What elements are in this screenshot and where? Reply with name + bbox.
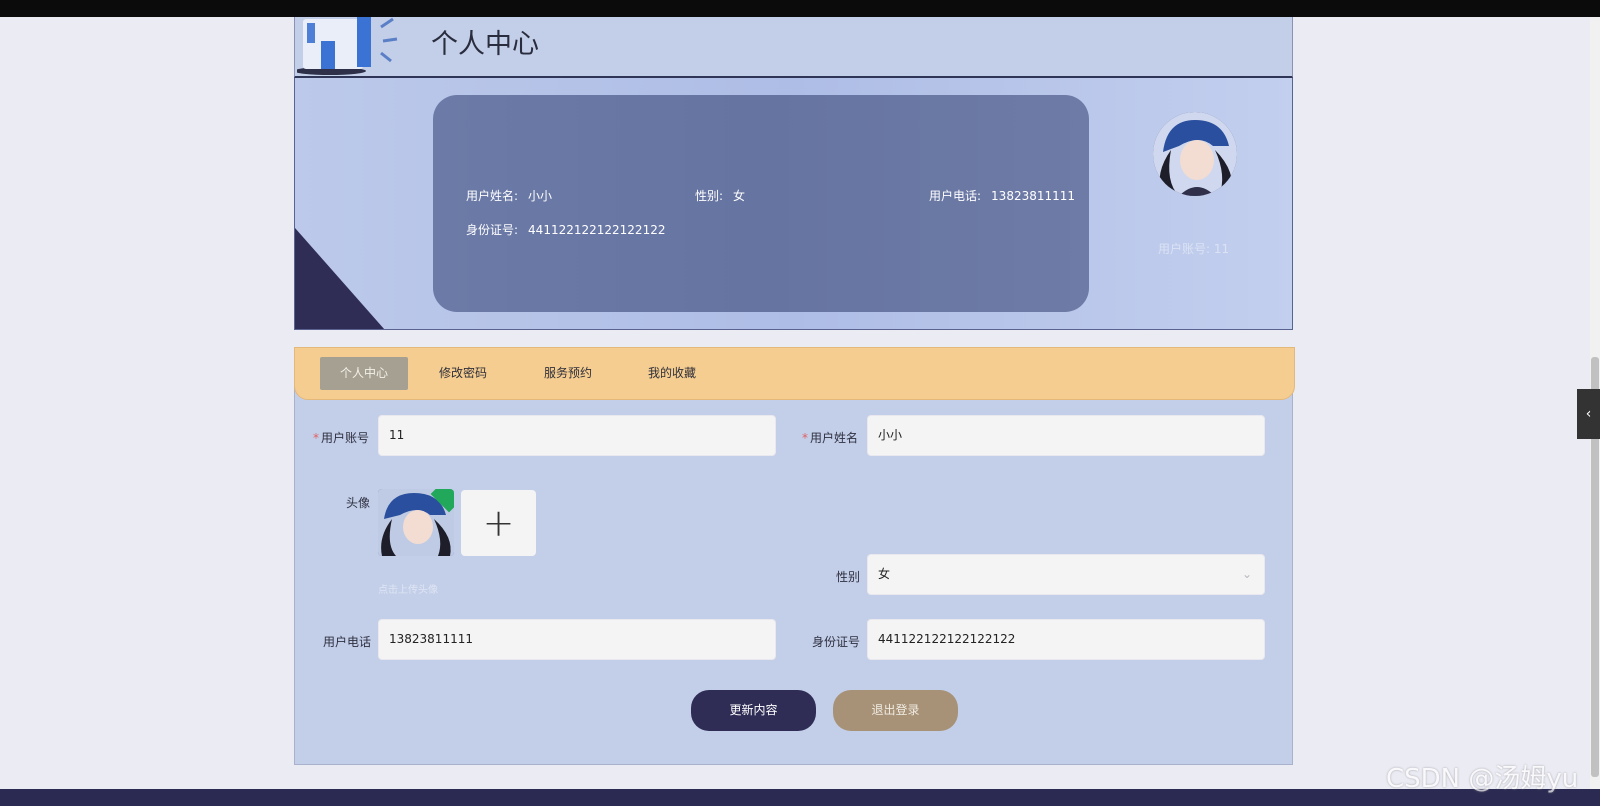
avatar: [1153, 112, 1237, 196]
profile-info-card: 用户姓名: 小小 性别: 女 用户电话: 13823811111 身份证号: 44112…: [433, 95, 1089, 312]
avatar-thumbnail[interactable]: [378, 489, 454, 556]
browser-top-bar: [0, 0, 1600, 17]
page-title: 个人中心: [431, 29, 539, 60]
megaphone-logo-icon: [297, 17, 398, 75]
account-input[interactable]: 11: [378, 415, 776, 456]
avatar-label: 头像: [346, 496, 371, 510]
sidebar-toggle-button[interactable]: ‹: [1577, 389, 1600, 439]
tab-my-favorites[interactable]: 我的收藏: [632, 357, 712, 390]
profile-banner: 用户姓名: 小小 性别: 女 用户电话: 13823811111 身份证号: 44112…: [294, 78, 1293, 330]
avatar-upload-hint: 点击上传头像: [378, 585, 438, 596]
chevron-down-icon: ⌄: [1241, 567, 1252, 581]
id-number-input[interactable]: 441122122122122122: [867, 619, 1265, 660]
update-button[interactable]: 更新内容: [691, 690, 816, 731]
tab-change-password[interactable]: 修改密码: [423, 357, 503, 390]
page-footer: [0, 789, 1600, 806]
profile-form-panel: 个人中心 修改密码 服务预约 我的收藏 * 用户账号 11 * 用户姓名 小小 头像…: [294, 347, 1295, 765]
plus-icon: +: [482, 501, 515, 545]
logout-button[interactable]: 退出登录: [833, 690, 958, 731]
profile-id: 身份证号: 441122122122122122: [466, 223, 666, 237]
name-label: * 用户姓名: [802, 431, 859, 445]
gender-label: 性别: [836, 570, 861, 584]
id-number-label: 身份证号: [812, 635, 861, 649]
gender-select[interactable]: 女 ⌄: [867, 554, 1265, 595]
profile-phone: 用户电话: 13823811111: [929, 189, 1076, 203]
phone-input[interactable]: 13823811111: [378, 619, 776, 660]
profile-gender: 性别: 女: [695, 189, 746, 203]
profile-account-faded: 用户账号: 11: [1158, 242, 1230, 256]
name-input[interactable]: 小小: [867, 415, 1265, 456]
phone-label: 用户电话: [323, 635, 372, 649]
avatar-upload-button[interactable]: +: [461, 490, 536, 556]
profile-name: 用户姓名: 小小: [466, 189, 553, 203]
page-header: 个人中心: [294, 17, 1293, 78]
chevron-left-icon: ‹: [1585, 406, 1592, 422]
account-label: * 用户账号: [313, 431, 370, 445]
tab-service-booking[interactable]: 服务预约: [528, 357, 608, 390]
tab-personal-center[interactable]: 个人中心: [320, 357, 408, 390]
watermark: CSDN @汤姆yu: [1386, 764, 1579, 794]
decorative-triangle: [295, 228, 385, 329]
tab-bar: 个人中心 修改密码 服务预约 我的收藏: [294, 347, 1295, 400]
